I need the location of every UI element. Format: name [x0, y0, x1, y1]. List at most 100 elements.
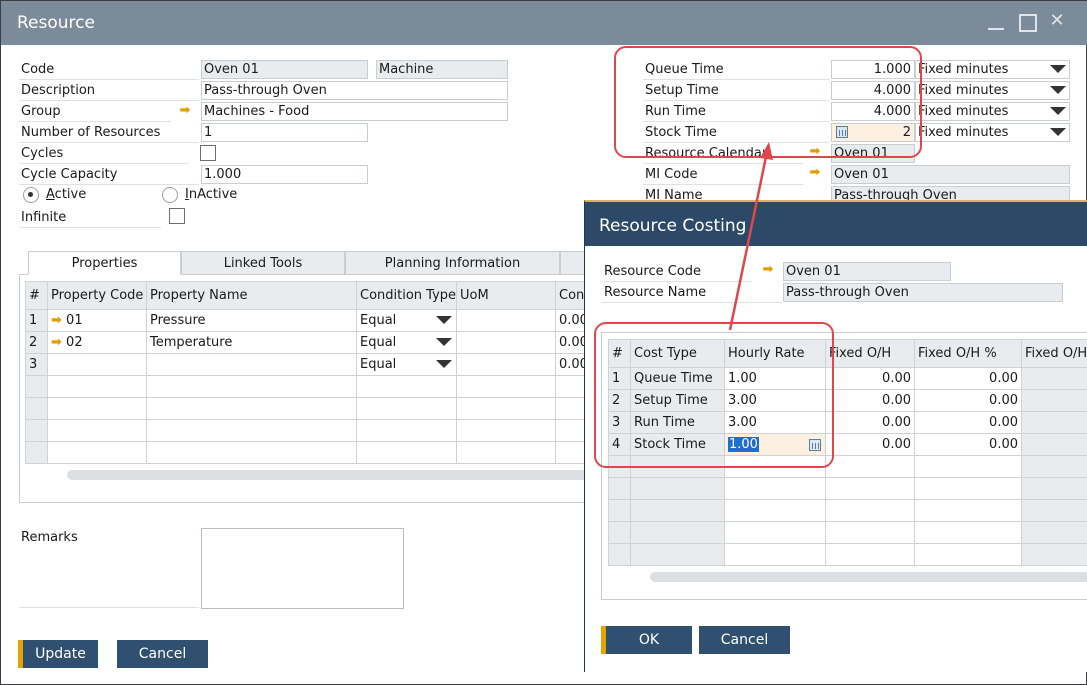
remarks-divider [19, 607, 199, 608]
update-button[interactable]: Update [18, 640, 98, 668]
column-header[interactable]: UoM [456, 281, 556, 310]
table-row[interactable] [25, 419, 585, 442]
fixed-oh-cell[interactable]: 0.00 [825, 367, 915, 390]
condition-type-cell[interactable]: Equal [356, 353, 457, 376]
column-header[interactable]: Fixed O/H % [914, 339, 1022, 368]
code-field[interactable]: Oven 01 [201, 60, 368, 79]
stock-time-unit-select[interactable]: Fixed minutes [915, 123, 1070, 142]
uom-cell[interactable] [456, 309, 556, 332]
dropdown-caret-icon[interactable] [1050, 128, 1066, 136]
column-header[interactable]: Property Name [146, 281, 357, 310]
active-radio[interactable] [23, 187, 39, 203]
property-code-cell[interactable]: ➡ 01 [47, 309, 147, 332]
link-arrow-icon[interactable]: ➡ [177, 101, 193, 120]
con-cell[interactable]: 0.00 [555, 309, 585, 332]
tab-properties[interactable]: Properties [28, 251, 181, 275]
table-row[interactable] [25, 375, 585, 398]
fixed-oh-cell[interactable]: 0.00 [825, 389, 915, 412]
description-label: Description [19, 80, 199, 101]
queue-time-unit-select[interactable]: Fixed minutes [915, 60, 1070, 79]
dropdown-caret-icon[interactable] [1050, 65, 1066, 73]
group-field[interactable]: Machines - Food [201, 102, 508, 121]
table-row[interactable]: 2 ➡ 02 Temperature Equal 0.00 [25, 331, 585, 354]
mi-code-field[interactable]: Oven 01 [831, 165, 1070, 184]
link-arrow-icon[interactable]: ➡ [51, 335, 62, 350]
fixed-oh-cell[interactable]: 0.00 [825, 433, 915, 456]
dropdown-caret-icon[interactable] [1050, 107, 1066, 115]
ok-button[interactable]: OK [601, 626, 692, 654]
fixed-oh-2-cell [1021, 411, 1087, 434]
uom-cell[interactable] [456, 353, 556, 376]
annotation-arrowhead-icon [760, 142, 773, 160]
cancel-button[interactable]: Cancel [117, 640, 208, 668]
setup-time-unit-select[interactable]: Fixed minutes [915, 81, 1070, 100]
table-row[interactable] [608, 477, 1087, 500]
uom-cell[interactable] [456, 331, 556, 354]
close-button[interactable]: ✕ [1045, 9, 1069, 33]
property-name-cell[interactable]: Pressure [146, 309, 357, 332]
property-code-cell[interactable] [47, 353, 147, 376]
fixed-oh-pct-cell[interactable]: 0.00 [914, 367, 1022, 390]
fixed-oh-pct-cell[interactable]: 0.00 [914, 433, 1022, 456]
tab-linked-tools[interactable]: Linked Tools [181, 251, 345, 275]
property-name-cell[interactable] [146, 353, 357, 376]
link-arrow-icon[interactable]: ➡ [807, 163, 823, 182]
fixed-oh-2-cell [1021, 389, 1087, 412]
cycles-label: Cycles [19, 143, 189, 164]
row-number: 3 [25, 353, 48, 376]
condition-type-cell[interactable]: Equal [356, 309, 457, 332]
fixed-oh-pct-cell[interactable]: 0.00 [914, 389, 1022, 412]
table-row[interactable]: 3 Equal 0.00 [25, 353, 585, 376]
table-row[interactable] [608, 521, 1087, 544]
dropdown-caret-icon[interactable] [436, 360, 452, 368]
cycle-capacity-field[interactable]: 1.000 [201, 165, 368, 184]
column-header[interactable]: Con [555, 281, 585, 310]
tab-planning-information[interactable]: Planning Information [345, 251, 560, 275]
resource-code-field[interactable]: Oven 01 [783, 262, 951, 281]
infinite-checkbox[interactable] [169, 208, 185, 224]
inactive-radio[interactable] [162, 187, 178, 203]
column-header[interactable]: Condition Type [356, 281, 457, 310]
fixed-oh-cell[interactable]: 0.00 [825, 411, 915, 434]
maximize-button[interactable] [1015, 9, 1039, 33]
infinite-label: Infinite [19, 207, 161, 228]
property-code-cell[interactable]: ➡ 02 [47, 331, 147, 354]
column-header[interactable]: Fixed O/H [825, 339, 915, 368]
close-icon: ✕ [1049, 10, 1065, 31]
grid-header-row: # Property Code Property Name Condition … [25, 281, 585, 310]
group-label: Group [19, 101, 171, 122]
dropdown-caret-icon[interactable] [436, 338, 452, 346]
column-header[interactable]: Property Code [47, 281, 147, 310]
column-header[interactable]: # [25, 281, 48, 310]
table-row[interactable] [25, 441, 585, 464]
property-name-cell[interactable]: Temperature [146, 331, 357, 354]
con-cell[interactable]: 0.00 [555, 353, 585, 376]
active-label: Active [46, 187, 87, 202]
number-of-resources-field[interactable]: 1 [201, 123, 368, 142]
dialog-cancel-button[interactable]: Cancel [699, 626, 790, 654]
link-arrow-icon[interactable]: ➡ [51, 313, 62, 328]
remarks-textarea[interactable] [201, 528, 404, 609]
run-time-unit-select[interactable]: Fixed minutes [915, 102, 1070, 121]
column-header[interactable]: Fixed O/H [1021, 339, 1087, 368]
minimize-button[interactable] [985, 9, 1009, 33]
horizontal-scrollbar[interactable] [650, 572, 1087, 582]
condition-type-cell[interactable]: Equal [356, 331, 457, 354]
cycles-checkbox[interactable] [200, 145, 216, 161]
remarks-label: Remarks [21, 530, 78, 545]
table-row[interactable] [608, 543, 1087, 566]
fixed-oh-pct-cell[interactable]: 0.00 [914, 411, 1022, 434]
dialog-title: Resource Costing [585, 202, 1087, 246]
table-row[interactable] [608, 499, 1087, 522]
annotation-arrow-line [728, 151, 769, 331]
horizontal-scrollbar[interactable] [67, 470, 587, 480]
description-field[interactable]: Pass-through Oven [201, 81, 508, 100]
dropdown-caret-icon[interactable] [436, 316, 452, 324]
table-row[interactable]: 1 ➡ 01 Pressure Equal 0.00 [25, 309, 585, 332]
resource-type-field[interactable]: Machine [376, 60, 508, 79]
code-label: Code [19, 59, 199, 80]
dropdown-caret-icon[interactable] [1050, 86, 1066, 94]
table-row[interactable] [25, 397, 585, 420]
con-cell[interactable]: 0.00 [555, 331, 585, 354]
resource-name-field[interactable]: Pass-through Oven [783, 283, 1063, 302]
